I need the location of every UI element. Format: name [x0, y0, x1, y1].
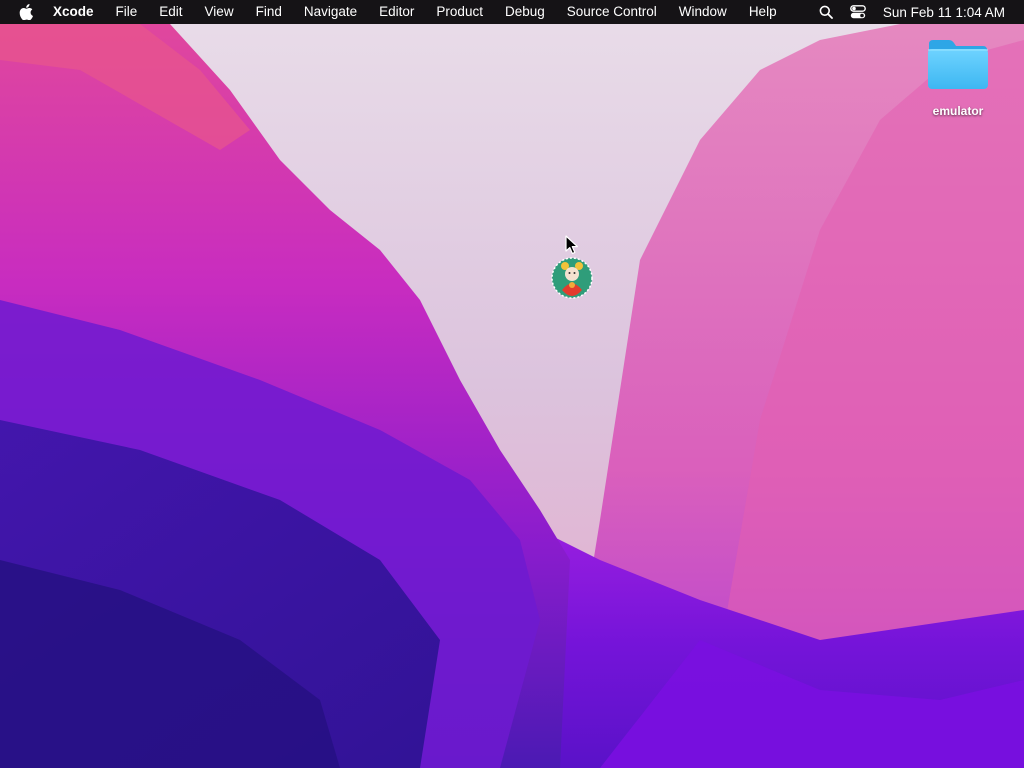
- dragged-avatar-icon[interactable]: [551, 257, 593, 299]
- menu-app-xcode[interactable]: Xcode: [50, 0, 105, 24]
- desktop-folder-label: emulator: [932, 104, 984, 118]
- menu-file[interactable]: File: [105, 0, 149, 24]
- menu-bar-left: Xcode File Edit View Find Navigate Edito…: [0, 0, 788, 24]
- wallpaper: [0, 0, 1024, 768]
- menu-bar-status: Sun Feb 11 1:04 AM: [805, 0, 1024, 24]
- menu-navigate[interactable]: Navigate: [293, 0, 368, 24]
- apple-icon[interactable]: [16, 0, 36, 24]
- menu-debug[interactable]: Debug: [494, 0, 556, 24]
- desktop-folder-emulator[interactable]: emulator: [918, 36, 998, 118]
- menu-help[interactable]: Help: [738, 0, 788, 24]
- menu-find[interactable]: Find: [245, 0, 293, 24]
- menu-view[interactable]: View: [194, 0, 245, 24]
- menu-bar: Xcode File Edit View Find Navigate Edito…: [0, 0, 1024, 24]
- menu-source-control[interactable]: Source Control: [556, 0, 668, 24]
- desktop[interactable]: Xcode File Edit View Find Navigate Edito…: [0, 0, 1024, 768]
- search-icon[interactable]: [815, 0, 837, 24]
- menu-editor[interactable]: Editor: [368, 0, 425, 24]
- menu-bar-clock[interactable]: Sun Feb 11 1:04 AM: [883, 5, 1005, 20]
- menu-product[interactable]: Product: [425, 0, 494, 24]
- menu-window[interactable]: Window: [668, 0, 738, 24]
- mouse-cursor-icon: [565, 235, 579, 255]
- folder-icon: [927, 36, 989, 92]
- menu-edit[interactable]: Edit: [148, 0, 193, 24]
- control-center-icon[interactable]: [847, 0, 869, 24]
